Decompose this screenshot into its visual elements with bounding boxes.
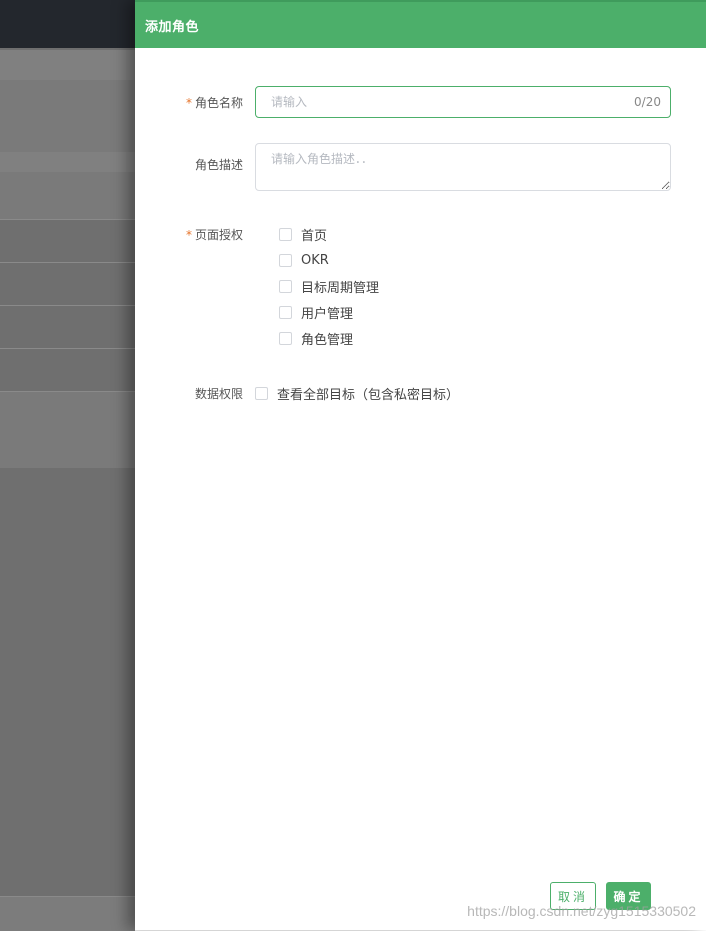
page-auth-label: * 页面授权	[185, 228, 243, 242]
background-row	[0, 172, 135, 220]
cancel-button[interactable]: 取消	[550, 882, 596, 910]
role-name-field[interactable]: 0/20	[255, 86, 671, 118]
page-auth-option-users[interactable]: 用户管理	[279, 302, 353, 322]
role-desc-label: 角色描述	[194, 158, 243, 172]
checkbox[interactable]	[279, 227, 292, 241]
checkbox[interactable]	[279, 279, 292, 293]
required-mark: *	[185, 96, 192, 110]
required-mark: *	[185, 228, 192, 242]
background-divider	[0, 262, 135, 263]
role-name-input[interactable]	[256, 87, 596, 117]
page-auth-option-roles[interactable]: 角色管理	[279, 328, 353, 348]
background-row	[0, 152, 135, 172]
background-row	[0, 80, 135, 152]
confirm-button[interactable]: 确定	[606, 882, 651, 910]
background-footer	[0, 896, 135, 931]
page-auth-option-cycle[interactable]: 目标周期管理	[279, 276, 379, 296]
background-divider	[0, 305, 135, 306]
background-row	[0, 50, 135, 80]
char-counter: 0/20	[634, 95, 661, 109]
checkbox[interactable]	[279, 253, 292, 267]
drawer-header: 添加角色	[135, 0, 706, 48]
background-divider	[0, 348, 135, 349]
data-auth-label: 数据权限	[194, 387, 243, 401]
drawer-title: 添加角色	[145, 19, 200, 35]
checkbox[interactable]	[279, 305, 292, 319]
add-role-drawer: 添加角色 *角色名称 0/20 角色描述 *页面授权 首页 OKR 目标周期管理…	[135, 0, 706, 930]
background-row	[0, 392, 135, 468]
data-auth-option-all-goals[interactable]: 查看全部目标（包含私密目标）	[255, 383, 459, 403]
checkbox[interactable]	[279, 331, 292, 345]
page-auth-option-okr[interactable]: OKR	[279, 250, 329, 270]
role-name-label: * 角色名称	[185, 96, 243, 110]
page-auth-option-home[interactable]: 首页	[279, 224, 327, 244]
checkbox[interactable]	[255, 386, 268, 400]
role-desc-textarea[interactable]	[255, 143, 671, 191]
background-divider	[0, 219, 135, 220]
